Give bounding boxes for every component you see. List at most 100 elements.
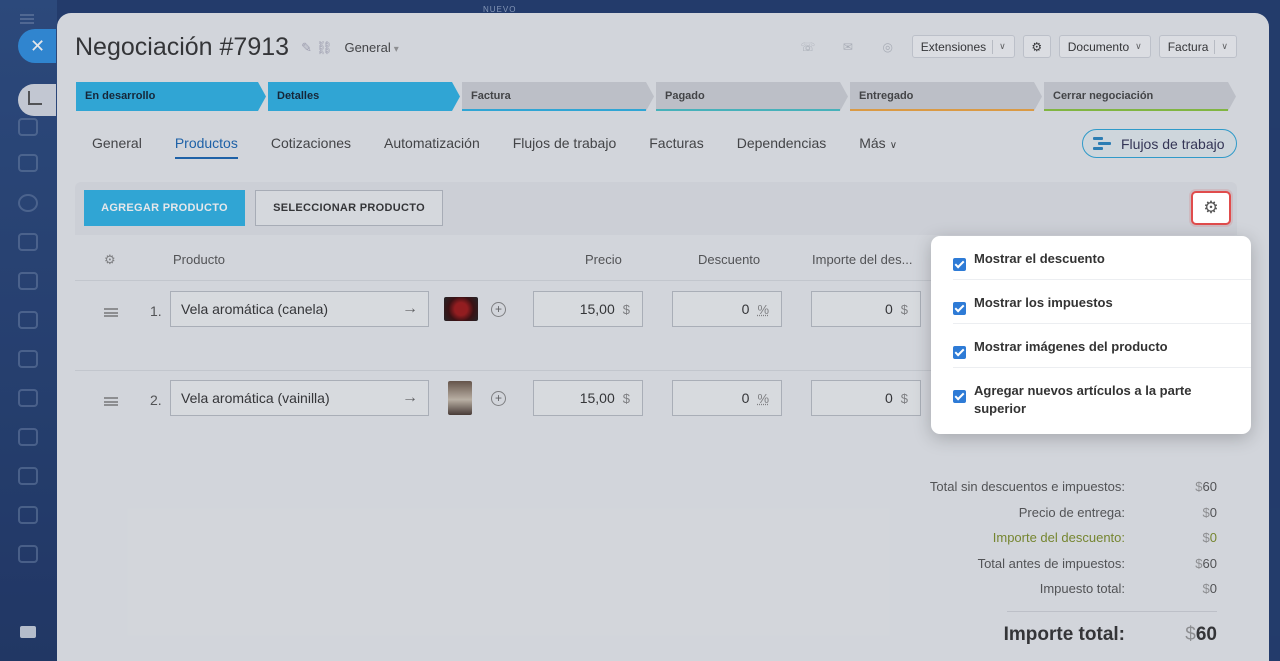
price-field[interactable]: 15,00 $ — [533, 380, 643, 416]
price-field[interactable]: 15,00 $ — [533, 291, 643, 327]
settings-option[interactable]: Mostrar el descuento — [931, 236, 1251, 271]
arrow-in-icon — [28, 91, 42, 105]
invoice-button[interactable]: Factura ∨ — [1158, 35, 1237, 58]
total-label: Total sin descuentos e impuestos: — [929, 479, 1125, 494]
gear-icon: ⚙ — [1031, 39, 1043, 54]
product-image[interactable] — [444, 297, 478, 321]
document-button[interactable]: Documento ∨ — [1058, 35, 1151, 58]
discount-amount-field[interactable]: 0 $ — [811, 380, 921, 416]
tab-label: Dependencias — [736, 135, 827, 151]
close-slider-button[interactable]: ✕ — [18, 29, 56, 63]
checkbox-checked[interactable] — [953, 346, 966, 359]
printer-icon[interactable] — [20, 626, 36, 638]
mail-icon[interactable] — [18, 389, 38, 407]
stage-3[interactable]: Factura — [462, 82, 654, 111]
invoice-label: Factura — [1167, 39, 1209, 54]
workflows-icon — [1093, 136, 1111, 151]
column-discount: Descuento — [698, 252, 761, 267]
checkbox-checked[interactable] — [953, 390, 966, 403]
workflows-label: Flujos de trabajo — [1121, 135, 1225, 152]
drag-handle-icon[interactable] — [104, 397, 118, 406]
product-name-field[interactable]: Vela aromática (vainilla) → — [170, 380, 429, 416]
stage-label: Pagado — [665, 90, 705, 102]
chevron-down-icon: ▾ — [393, 44, 399, 55]
tab-label: Automatización — [384, 135, 480, 151]
stage-4[interactable]: Pagado — [656, 82, 848, 111]
stage-label: En desarrollo — [85, 90, 156, 102]
tab-label: General — [92, 135, 142, 151]
stage-label: Detalles — [277, 90, 320, 102]
discount-amount-field[interactable]: 0 $ — [811, 291, 921, 327]
checkbox-checked[interactable] — [953, 302, 966, 315]
grand-total-value: $60 — [1185, 624, 1217, 645]
total-row: Importe del descuento: $0 — [817, 530, 1217, 556]
chat-icon[interactable] — [18, 118, 38, 136]
settings-option[interactable]: Mostrar imágenes del producto — [931, 324, 1251, 359]
tab-label: Productos — [174, 135, 238, 151]
tab-general[interactable]: General — [92, 135, 142, 157]
discount-field[interactable]: 0% — [672, 291, 782, 327]
totals-divider — [1007, 611, 1217, 612]
stage-2[interactable]: Detalles — [268, 82, 460, 111]
tab-dependencias[interactable]: Dependencias — [737, 135, 827, 157]
tab-flujos-de-trabajo[interactable]: Flujos de trabajo — [513, 135, 617, 157]
email-icon[interactable]: ✉ — [832, 36, 864, 58]
tab-label: Facturas — [649, 135, 704, 151]
menu-icon[interactable] — [20, 14, 34, 24]
option-label: Mostrar los impuestos — [974, 295, 1113, 310]
column-settings-icon[interactable]: ⚙ — [104, 252, 116, 268]
category-selector[interactable]: General ▾ — [344, 40, 398, 55]
sidebar-item-active[interactable] — [18, 84, 56, 116]
tab-bar: General Productos Cotizaciones Automatizaci… — [92, 135, 897, 159]
option-label: Mostrar imágenes del producto — [974, 339, 1168, 354]
total-label: Precio de entrega: — [1018, 504, 1125, 520]
tasks-icon[interactable] — [18, 467, 38, 485]
total-value: $60 — [1195, 555, 1217, 571]
arrow-right-icon[interactable]: → — [402, 381, 418, 415]
target-icon[interactable] — [18, 194, 38, 212]
feed-icon[interactable] — [18, 154, 38, 172]
drag-handle-icon[interactable] — [104, 308, 118, 317]
edit-pencil-icon[interactable]: ✎⛓ — [301, 40, 336, 56]
calendar-icon[interactable] — [18, 233, 38, 251]
stage-6[interactable]: Cerrar negociación — [1044, 82, 1236, 111]
tab-cotizaciones[interactable]: Cotizaciones — [271, 135, 351, 157]
filter-icon[interactable] — [18, 506, 38, 524]
select-product-button[interactable]: SELECCIONAR PRODUCTO — [255, 190, 443, 226]
drive-icon[interactable] — [18, 350, 38, 368]
stage-5[interactable]: Entregado — [850, 82, 1042, 111]
product-name-field[interactable]: Vela aromática (canela) → — [170, 291, 429, 327]
settings-option[interactable]: Agregar nuevos artículos a la parte supe… — [931, 368, 1251, 418]
document-icon[interactable] — [18, 272, 38, 290]
stage-1[interactable]: En desarrollo — [76, 82, 266, 111]
stage-bar: En desarrollo Detalles Factura Pagado Entreg… — [76, 82, 1238, 111]
discount-field[interactable]: 0% — [672, 380, 782, 416]
header-settings-button[interactable]: ⚙ — [1022, 35, 1051, 58]
tab-automatización[interactable]: Automatización — [384, 135, 480, 157]
tab-productos[interactable]: Productos — [174, 135, 238, 159]
product-settings-button[interactable]: ⚙ — [1191, 191, 1231, 225]
add-image-icon[interactable]: + — [491, 391, 506, 406]
workflows-button[interactable]: Flujos de trabajo — [1082, 129, 1237, 158]
tab-más[interactable]: Más ∨ — [859, 135, 897, 157]
total-label: Impuesto total: — [1039, 581, 1125, 596]
chevron-down-icon: ∨ — [889, 140, 898, 151]
column-product: Producto — [173, 252, 226, 267]
shop-icon[interactable] — [18, 545, 38, 563]
settings-option[interactable]: Mostrar los impuestos — [931, 280, 1251, 315]
chat-bubble-icon[interactable]: ◎ — [872, 36, 904, 58]
checkbox-checked[interactable] — [953, 258, 966, 271]
add-product-button[interactable]: AGREGAR PRODUCTO — [84, 190, 245, 226]
phone-icon[interactable]: ☏ — [792, 36, 824, 58]
monitor-icon[interactable] — [18, 311, 38, 329]
column-discount-amount: Importe del des... — [812, 252, 913, 267]
add-image-icon[interactable]: + — [491, 302, 506, 317]
total-row: Precio de entrega: $0 — [817, 505, 1217, 531]
product-image[interactable] — [448, 381, 472, 415]
chevron-down-icon: ∨ — [1221, 41, 1228, 51]
tab-label: Flujos de trabajo — [512, 135, 617, 151]
extensions-button[interactable]: Extensiones ∨ — [911, 35, 1015, 58]
users-icon[interactable] — [18, 428, 38, 446]
arrow-right-icon[interactable]: → — [402, 292, 418, 326]
tab-facturas[interactable]: Facturas — [649, 135, 703, 157]
